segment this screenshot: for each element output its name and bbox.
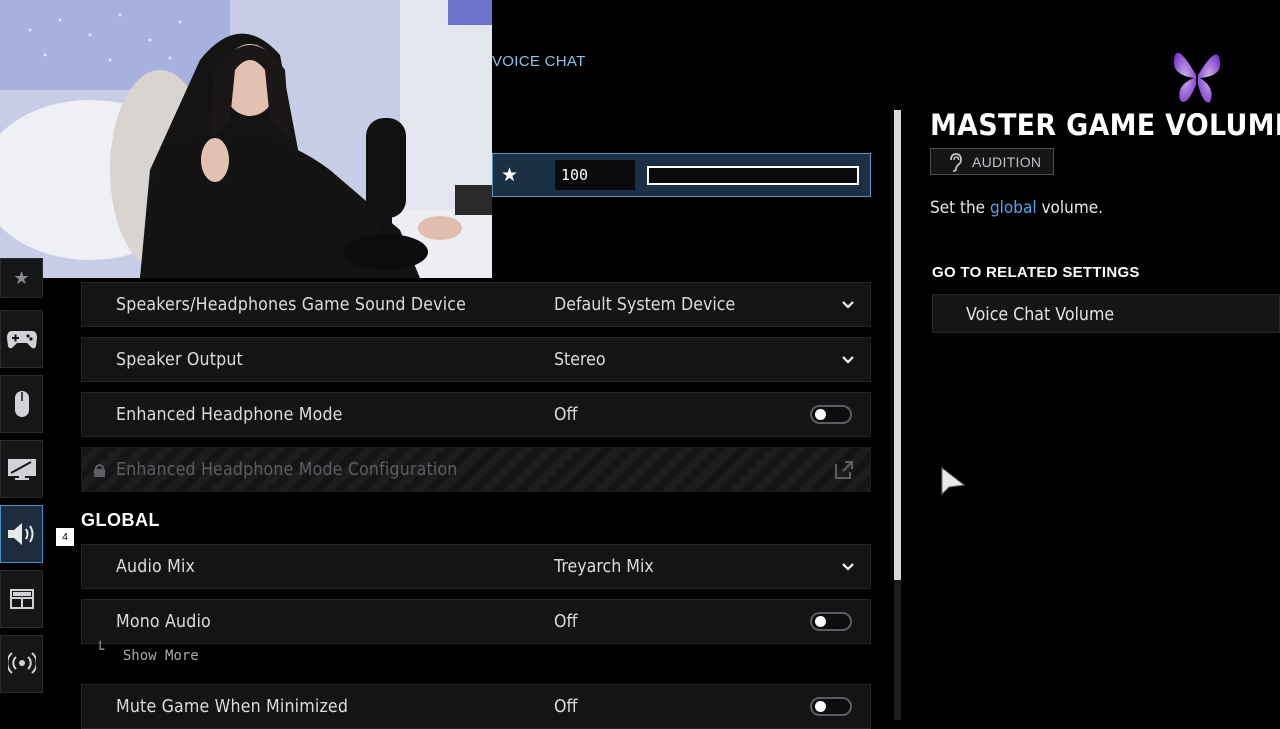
setting-label: Audio Mix xyxy=(116,556,196,577)
butterfly-icon xyxy=(1173,52,1221,103)
speaker-icon xyxy=(7,523,33,545)
audition-label: AUDITION xyxy=(972,153,1042,170)
related-settings-heading: GO TO RELATED SETTINGS xyxy=(932,264,1140,281)
master-volume-slider[interactable] xyxy=(647,166,859,185)
lock-icon xyxy=(94,464,105,477)
master-volume-row[interactable]: ★ 100 xyxy=(492,153,871,197)
setting-label: Enhanced Headphone Mode Configuration xyxy=(116,459,458,480)
ear-icon xyxy=(950,153,962,172)
setting-row-mute-when-minimized[interactable]: Mute Game When Minimized Off xyxy=(81,684,871,729)
setting-value: Off xyxy=(554,404,578,425)
favorite-star-icon[interactable]: ★ xyxy=(501,164,518,187)
setting-value: Off xyxy=(554,696,578,717)
show-more-link[interactable]: └ Show More xyxy=(96,642,199,664)
scrollbar-thumb[interactable] xyxy=(894,110,901,580)
setting-row-headphone-config-locked: Enhanced Headphone Mode Configuration xyxy=(81,447,871,492)
nav-interface[interactable] xyxy=(0,570,43,628)
toggle-switch[interactable] xyxy=(810,697,852,716)
network-icon xyxy=(7,652,36,674)
nav-keybind-badge: 4 xyxy=(56,528,74,546)
setting-row-audio-mix[interactable]: Audio Mix Treyarch Mix xyxy=(81,544,871,589)
detail-description: Set the global volume. xyxy=(930,198,1104,218)
mouse-icon xyxy=(14,391,29,417)
master-volume-value-input[interactable]: 100 xyxy=(555,160,635,190)
setting-label: Enhanced Headphone Mode xyxy=(116,404,343,425)
setting-label: Mute Game When Minimized xyxy=(116,696,349,717)
setting-row-sound-device[interactable]: Speakers/Headphones Game Sound Device De… xyxy=(81,282,871,327)
nav-favorites[interactable]: ★ xyxy=(0,258,43,298)
chevron-down-icon[interactable] xyxy=(840,296,856,312)
related-setting-voice-chat-volume[interactable]: Voice Chat Volume xyxy=(932,294,1280,333)
gamepad-icon xyxy=(6,331,37,349)
monitor-icon xyxy=(7,459,36,480)
tree-branch-icon: └ xyxy=(96,642,105,658)
show-more-label: Show More xyxy=(122,648,199,664)
mouse-cursor-icon xyxy=(941,466,966,496)
chevron-down-icon[interactable] xyxy=(840,351,856,367)
related-setting-label: Voice Chat Volume xyxy=(966,304,1115,325)
nav-mouse[interactable] xyxy=(0,375,43,433)
setting-label: Mono Audio xyxy=(116,611,211,632)
setting-value: Treyarch Mix xyxy=(554,556,654,577)
setting-value: Off xyxy=(554,611,578,632)
tab-voice-chat[interactable]: VOICE CHAT xyxy=(492,53,586,70)
section-heading-global: GLOBAL xyxy=(81,510,160,530)
nav-network[interactable] xyxy=(0,635,43,693)
detail-title: MASTER GAME VOLUME xyxy=(930,108,1280,142)
nav-audio[interactable] xyxy=(0,505,43,563)
setting-label: Speaker Output xyxy=(116,349,243,370)
toggle-switch[interactable] xyxy=(810,612,852,631)
setting-value: Stereo xyxy=(554,349,606,370)
webcam-overlay xyxy=(0,0,492,278)
audition-button[interactable]: AUDITION xyxy=(930,148,1054,175)
star-icon: ★ xyxy=(13,267,30,288)
settings-scrollbar[interactable] xyxy=(894,110,901,720)
setting-row-mono-audio[interactable]: Mono Audio Off xyxy=(81,599,871,644)
nav-controller[interactable] xyxy=(0,310,43,368)
setting-label: Speakers/Headphones Game Sound Device xyxy=(116,294,467,315)
interface-icon xyxy=(9,589,34,609)
setting-value: Default System Device xyxy=(554,294,736,315)
chevron-down-icon[interactable] xyxy=(840,558,856,574)
setting-row-enhanced-headphone-mode[interactable]: Enhanced Headphone Mode Off xyxy=(81,392,871,437)
volume-slider-fill xyxy=(650,169,856,182)
external-link-icon xyxy=(835,461,853,479)
toggle-switch[interactable] xyxy=(810,405,852,424)
nav-graphics[interactable] xyxy=(0,440,43,498)
setting-row-speaker-output[interactable]: Speaker Output Stereo xyxy=(81,337,871,382)
